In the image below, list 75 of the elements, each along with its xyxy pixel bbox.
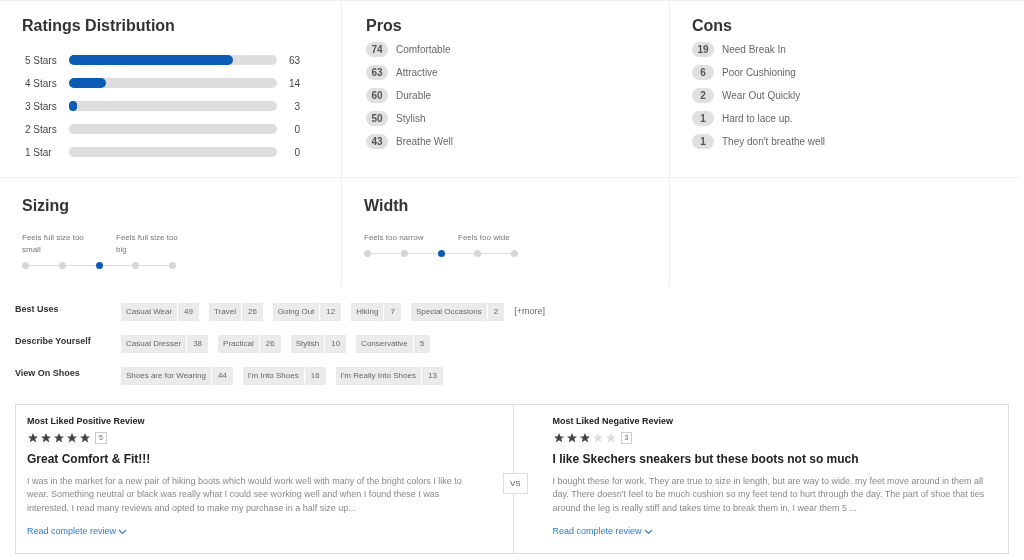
star-icon bbox=[40, 431, 52, 444]
rating-label: 2 Stars bbox=[25, 122, 58, 137]
group-label: Describe Yourself bbox=[15, 335, 92, 348]
count-badge: 63 bbox=[366, 65, 388, 80]
section-title: Width bbox=[364, 196, 410, 216]
count-badge: 1 bbox=[692, 111, 714, 126]
tag-chip[interactable]: Going Out 12 bbox=[272, 303, 342, 321]
group-label: Best Uses bbox=[15, 303, 60, 316]
count-badge: 6 bbox=[692, 65, 714, 80]
scale-label: Feels too narrow bbox=[364, 232, 425, 244]
star-icon bbox=[66, 431, 78, 444]
attribute-label: They don't breathe well bbox=[722, 135, 826, 149]
tag-chip[interactable]: Travel 26 bbox=[209, 303, 263, 321]
count-badge: 43 bbox=[366, 134, 388, 149]
tag-chip[interactable]: Casual Dresser 38 bbox=[121, 335, 209, 353]
star-icon bbox=[578, 431, 591, 444]
star-icon bbox=[552, 431, 565, 444]
star-icon bbox=[79, 431, 91, 444]
review-title: I like Skechers sneakers but these boots not so much bbox=[552, 450, 860, 468]
read-review-link[interactable]: Read complete review bbox=[27, 525, 128, 539]
attribute-label: Need Break In bbox=[722, 43, 786, 57]
read-review-link[interactable]: Read complete review bbox=[552, 525, 653, 539]
review-heading: Most Liked Positive Review bbox=[27, 415, 146, 428]
tag-chip[interactable]: Hiking 7 bbox=[351, 303, 401, 321]
section-title: Ratings Distribution bbox=[22, 16, 176, 36]
tag-chip[interactable]: Casual Wear 49 bbox=[121, 303, 199, 321]
tag-chip[interactable]: Stylish 10 bbox=[290, 335, 347, 353]
tag-chip[interactable]: Conservative 5 bbox=[356, 335, 431, 353]
count-badge: 2 bbox=[692, 88, 714, 103]
star-icon bbox=[565, 431, 578, 444]
more-link[interactable]: [+more] bbox=[514, 305, 545, 319]
count-badge: 1 bbox=[692, 134, 714, 149]
scale-label: Feels full size too big bbox=[116, 232, 179, 256]
star-icon bbox=[27, 431, 39, 444]
chevron-down-icon bbox=[643, 528, 653, 535]
rating-count: 3 bbox=[293, 99, 300, 114]
rating-label: 4 Stars bbox=[25, 76, 58, 91]
star-icon bbox=[591, 431, 604, 444]
tag-chip[interactable]: Shoes are for Wearing 44 bbox=[121, 367, 233, 385]
count-badge: 50 bbox=[366, 111, 388, 126]
chevron-down-icon bbox=[118, 528, 128, 535]
count-badge: 74 bbox=[366, 42, 388, 57]
attribute-label: Poor Cushioning bbox=[722, 66, 796, 80]
rating-label: 5 Stars bbox=[25, 53, 58, 68]
review-title: Great Comfort & Fit!!! bbox=[27, 450, 152, 468]
tag-chip[interactable]: Practical 26 bbox=[218, 335, 281, 353]
rating-count: 0 bbox=[293, 122, 300, 137]
section-title: Pros bbox=[366, 16, 403, 36]
attribute-label: Wear Out Quickly bbox=[722, 89, 801, 103]
review-text: I bought these for work. They are true to size in length, but are way to wide. my feet move around in them all day. There doesn't feel to be much cushion so my feet tend to hurt through the day. The part of shoe that ties around the leg is really stiff and takes time to break them in, I wear them 5 ... bbox=[552, 474, 986, 515]
count-badge: 19 bbox=[692, 42, 714, 57]
rating-count: 14 bbox=[287, 76, 300, 91]
attribute-label: Stylish bbox=[396, 112, 426, 126]
group-label: View On Shoes bbox=[15, 367, 81, 380]
attribute-label: Hard to lace up. bbox=[722, 112, 793, 126]
vs-label: VS bbox=[503, 473, 528, 494]
tag-chip[interactable]: I'm Really Into Shoes 13 bbox=[335, 367, 443, 385]
tag-chip[interactable]: I'm Into Shoes 16 bbox=[242, 367, 326, 385]
attribute-label: Durable bbox=[396, 89, 432, 103]
rating-label: 3 Stars bbox=[25, 99, 58, 114]
attribute-label: Attractive bbox=[396, 66, 438, 80]
review-heading: Most Liked Negative Review bbox=[552, 415, 675, 428]
star-icon bbox=[53, 431, 65, 444]
rating-count: 0 bbox=[293, 145, 300, 160]
section-title: Cons bbox=[692, 16, 733, 36]
scale-label: Feels too wide bbox=[458, 232, 511, 244]
scale-label: Feels full size too small bbox=[22, 232, 85, 256]
rating-count: 63 bbox=[287, 53, 300, 68]
count-badge: 60 bbox=[366, 88, 388, 103]
star-icon bbox=[604, 431, 617, 444]
section-title: Sizing bbox=[22, 196, 71, 216]
attribute-label: Comfortable bbox=[396, 43, 451, 57]
tag-chip[interactable]: Special Occasions 2 bbox=[410, 303, 505, 321]
attribute-label: Breathe Well bbox=[396, 135, 454, 149]
rating-label: 1 Star bbox=[25, 145, 53, 160]
